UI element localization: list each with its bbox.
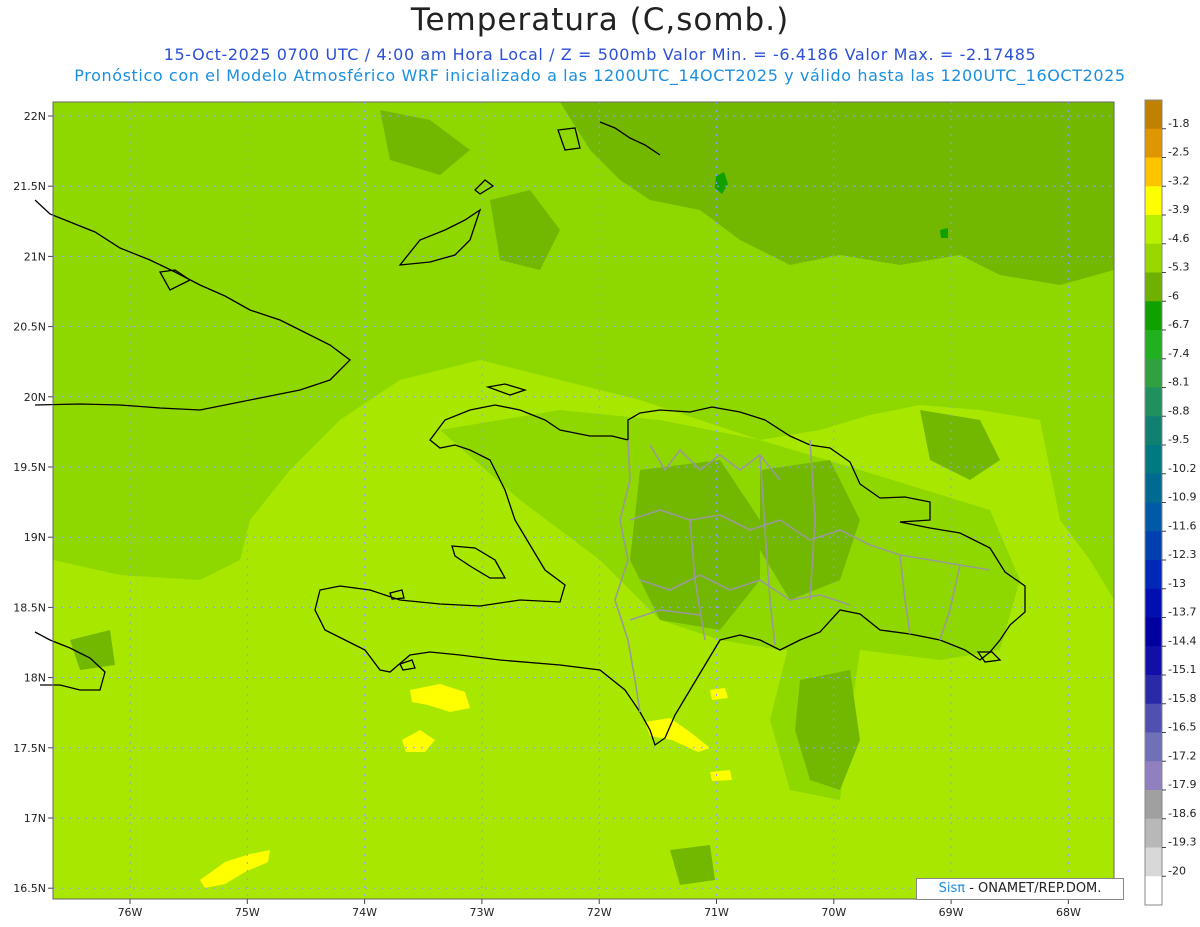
lat-tick-label: 18N — [24, 672, 46, 685]
colorbar-label: -2.5 — [1168, 146, 1189, 159]
lon-tick-label: 75W — [235, 906, 260, 919]
colorbar-swatch — [1145, 445, 1162, 475]
colorbar-swatch — [1145, 761, 1162, 791]
colorbar-swatch — [1145, 416, 1162, 446]
colorbar-swatch — [1145, 358, 1162, 388]
sispi-brand: Sisπ — [938, 881, 966, 896]
colorbar-legend: -1.8 -2.5 -3.2 -3.9 -4.6 -5.3 -6 -6.7 -7.4 -8.1 -8… — [1144, 99, 1196, 906]
lat-tick-label: 21.5N — [13, 180, 46, 193]
latitude-labels: 22N 21.5N 21N 20.5N 20N 19.5N 19N 18.5N 18N 17.5N… — [13, 110, 53, 895]
colorbar-label: -17.9 — [1168, 778, 1196, 791]
colorbar-label: -11.6 — [1168, 519, 1196, 532]
lon-tick-label: 72W — [587, 906, 612, 919]
colorbar-swatch — [1145, 215, 1162, 245]
colorbar-label: -6 — [1168, 289, 1179, 302]
credit-box: Sisπ - ONAMET/REP.DOM. — [916, 878, 1124, 900]
colorbar-swatch — [1145, 646, 1162, 676]
colorbar-label: -13.7 — [1168, 606, 1196, 619]
lat-tick-label: 20N — [24, 391, 46, 404]
colorbar-label: -16.5 — [1168, 721, 1196, 734]
colorbar-label: -6.7 — [1168, 318, 1189, 331]
colorbar-swatch — [1145, 876, 1162, 906]
colorbar-label: -10.9 — [1168, 491, 1196, 504]
colorbar-label: -12.3 — [1168, 548, 1196, 561]
colorbar-label: -13 — [1168, 577, 1186, 590]
colorbar-label: -8.8 — [1168, 404, 1189, 417]
credit-text: - ONAMET/REP.DOM. — [965, 881, 1102, 896]
colorbar-swatch — [1145, 100, 1162, 130]
colorbar-label: -3.9 — [1168, 203, 1189, 216]
lat-tick-label: 19N — [24, 531, 46, 544]
colorbar-label: -8.1 — [1168, 376, 1189, 389]
lon-tick-label: 76W — [118, 906, 143, 919]
colorbar-swatch — [1145, 675, 1162, 705]
lon-tick-label: 68W — [1056, 906, 1081, 919]
colorbar-swatch — [1145, 617, 1162, 647]
colorbar-label: -19.3 — [1168, 836, 1196, 849]
colorbar-swatch — [1145, 473, 1162, 503]
colorbar-label: -15.1 — [1168, 663, 1196, 676]
colorbar-swatch — [1145, 272, 1162, 302]
longitude-labels: 76W 75W 74W 73W 72W 71W 70W 69W 68W — [118, 899, 1081, 919]
colorbar-swatch — [1145, 703, 1162, 733]
colorbar-swatch — [1145, 330, 1162, 360]
colorbar-label: -1.8 — [1168, 117, 1189, 130]
colorbar-swatch — [1145, 531, 1162, 561]
colorbar-label: -4.6 — [1168, 232, 1189, 245]
colorbar-label: -5.3 — [1168, 261, 1189, 274]
colorbar-swatch — [1145, 157, 1162, 187]
colorbar-swatch — [1145, 301, 1162, 331]
lat-tick-label: 20.5N — [13, 321, 46, 334]
lon-tick-label: 74W — [352, 906, 377, 919]
colorbar-swatch — [1145, 186, 1162, 216]
colorbar-swatch — [1145, 502, 1162, 532]
lat-tick-label: 17.5N — [13, 742, 46, 755]
colorbar-swatch — [1145, 790, 1162, 820]
colorbar-label: -17.2 — [1168, 749, 1196, 762]
lat-tick-label: 17N — [24, 812, 46, 825]
colorbar-swatch — [1145, 243, 1162, 273]
lat-tick-label: 18.5N — [13, 601, 46, 614]
lat-tick-label: 16.5N — [13, 882, 46, 895]
colorbar-swatch — [1145, 387, 1162, 417]
lat-tick-label: 19.5N — [13, 461, 46, 474]
colorbar-label: -18.6 — [1168, 807, 1196, 820]
lat-tick-label: 22N — [24, 110, 46, 123]
map-canvas: 22N 21.5N 21N 20.5N 20N 19.5N 19N 18.5N 18N 17.5N… — [13, 99, 1196, 919]
lon-tick-label: 71W — [704, 906, 729, 919]
colorbar-label: -7.4 — [1168, 347, 1189, 360]
colorbar-label: -3.2 — [1168, 174, 1189, 187]
colorbar-swatch — [1145, 128, 1162, 158]
lon-tick-label: 73W — [469, 906, 494, 919]
colorbar-label: -10.2 — [1168, 462, 1196, 475]
lon-tick-label: 70W — [821, 906, 846, 919]
colorbar-swatch — [1145, 818, 1162, 848]
colorbar-swatch — [1145, 560, 1162, 590]
colorbar-swatch — [1145, 588, 1162, 618]
colorbar-swatch — [1145, 847, 1162, 877]
colorbar-label: -20 — [1168, 864, 1186, 877]
colorbar-label: -14.4 — [1168, 634, 1196, 647]
lat-tick-label: 21N — [24, 250, 46, 263]
temperature-field — [53, 102, 1114, 899]
colorbar-swatch — [1145, 732, 1162, 762]
colorbar-label: -9.5 — [1168, 433, 1189, 446]
lon-tick-label: 69W — [939, 906, 964, 919]
colorbar-label: -15.8 — [1168, 692, 1196, 705]
